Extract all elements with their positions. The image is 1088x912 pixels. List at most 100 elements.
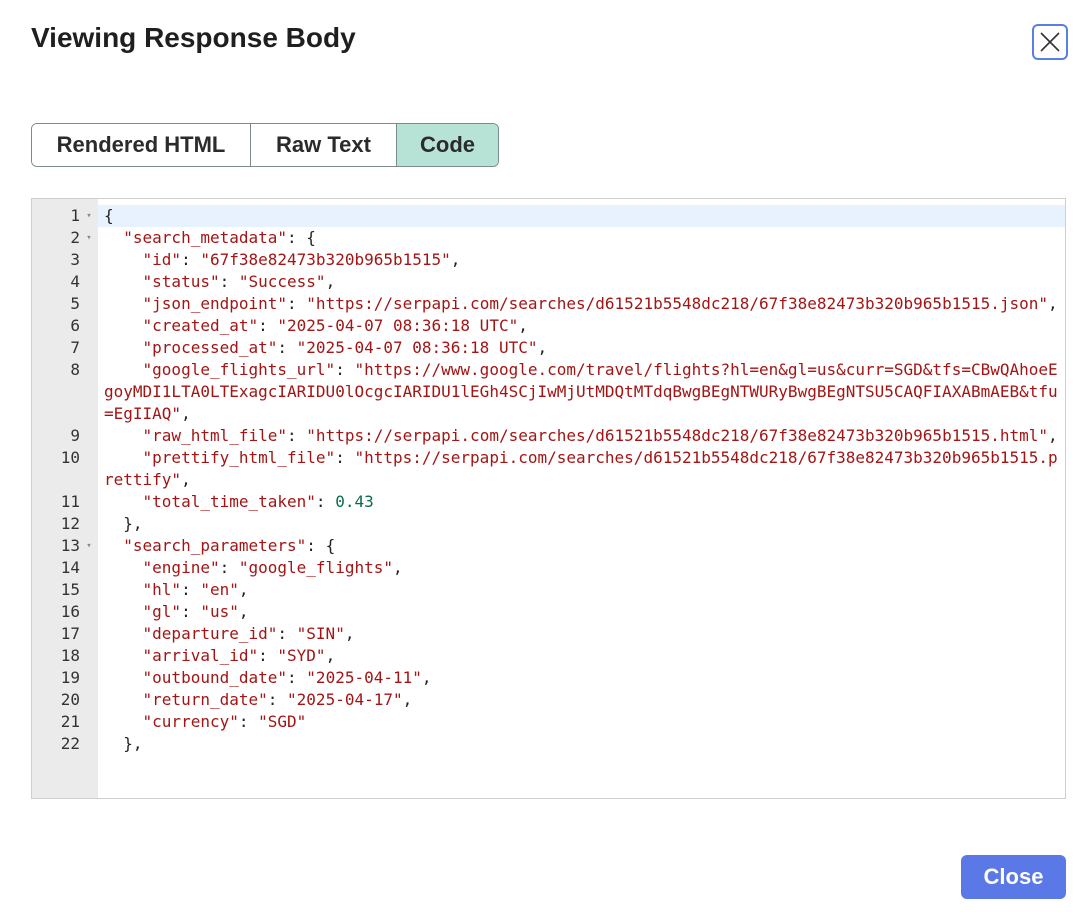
code-line: 5 "json_endpoint": "https://serpapi.com/… — [32, 293, 1065, 315]
code-line: 9 "raw_html_file": "https://serpapi.com/… — [32, 425, 1065, 447]
code-line: 20 "return_date": "2025-04-17", — [32, 689, 1065, 711]
json-number: 0.43 — [335, 492, 374, 511]
json-key: "departure_id" — [142, 624, 278, 643]
code-text: }, — [98, 513, 1065, 535]
code-line: 13 ▾ "search_parameters": { — [32, 535, 1065, 557]
json-punct: }, — [104, 514, 143, 533]
code-editor[interactable]: 1 ▾{2 ▾ "search_metadata": {3 "id": "67f38… — [31, 198, 1066, 799]
json-string: "2025-04-07 08:36:18 UTC" — [277, 316, 519, 335]
code-text: "status": "Success", — [98, 271, 1065, 293]
json-punct: : — [287, 294, 307, 313]
json-punct — [104, 624, 143, 643]
fold-arrow-icon[interactable]: ▾ — [80, 227, 98, 249]
json-punct — [104, 558, 143, 577]
json-punct: : — [181, 250, 201, 269]
code-text: "prettify_html_file": "https://serpapi.c… — [98, 447, 1065, 491]
code-line: 16 "gl": "us", — [32, 601, 1065, 623]
code-line: 4 "status": "Success", — [32, 271, 1065, 293]
json-punct: : — [335, 360, 355, 379]
json-punct: : — [287, 668, 307, 687]
json-key: "status" — [142, 272, 220, 291]
json-punct: : — [277, 338, 297, 357]
close-icon — [1040, 32, 1060, 52]
json-punct — [104, 294, 143, 313]
json-string: "https://serpapi.com/searches/d61521b554… — [306, 426, 1049, 445]
json-punct: : { — [287, 228, 316, 247]
json-punct — [104, 426, 143, 445]
close-button[interactable]: Close — [961, 855, 1066, 899]
code-line: 14 "engine": "google_flights", — [32, 557, 1065, 579]
line-number: 7 — [70, 338, 80, 357]
tab-code[interactable]: Code — [397, 124, 498, 166]
json-punct: , — [238, 602, 249, 621]
json-punct: , — [238, 580, 249, 599]
code-text: "json_endpoint": "https://serpapi.com/se… — [98, 293, 1065, 315]
json-punct: : — [219, 272, 239, 291]
json-key: "engine" — [142, 558, 220, 577]
json-key: "google_flights_url" — [142, 360, 336, 379]
code-text: "outbound_date": "2025-04-11", — [98, 667, 1065, 689]
json-punct: : — [181, 602, 201, 621]
json-punct: , — [402, 690, 413, 709]
json-punct: , — [392, 558, 403, 577]
json-punct — [104, 448, 143, 467]
code-text: "total_time_taken": 0.43 — [98, 491, 1065, 513]
line-number: 19 — [60, 668, 80, 687]
code-text: "id": "67f38e82473b320b965b1515", — [98, 249, 1065, 271]
json-string: "en" — [200, 580, 239, 599]
json-punct: : — [277, 624, 297, 643]
fold-arrow-icon[interactable]: ▾ — [80, 205, 98, 227]
json-key: "search_metadata" — [123, 228, 288, 247]
json-string: "Success" — [238, 272, 326, 291]
json-string: "2025-04-11" — [306, 668, 422, 687]
code-line: 12 }, — [32, 513, 1065, 535]
json-punct: : — [258, 316, 278, 335]
line-number: 21 — [60, 712, 80, 731]
json-punct: , — [1048, 426, 1058, 445]
modal-title: Viewing Response Body — [31, 22, 356, 53]
json-string: "2025-04-17" — [287, 690, 403, 709]
code-line: 22 }, — [32, 733, 1065, 755]
json-punct: , — [537, 338, 548, 357]
json-punct: : — [258, 646, 278, 665]
line-number: 13 — [60, 536, 80, 555]
json-key: "outbound_date" — [142, 668, 288, 687]
json-key: "gl" — [142, 602, 182, 621]
json-punct: , — [181, 470, 191, 489]
code-text: "raw_html_file": "https://serpapi.com/se… — [98, 425, 1065, 447]
json-string: "67f38e82473b320b965b1515" — [200, 250, 451, 269]
json-punct: , — [344, 624, 355, 643]
code-text: "google_flights_url": "https://www.googl… — [98, 359, 1065, 425]
close-icon-button[interactable] — [1032, 24, 1068, 60]
json-string: "SIN" — [296, 624, 345, 643]
code-line: 1 ▾ { — [32, 205, 1065, 227]
tab-rendered-html[interactable]: Rendered HTML — [32, 124, 251, 166]
json-punct — [104, 602, 143, 621]
tab-raw-text[interactable]: Raw Text — [251, 124, 397, 166]
json-punct — [104, 580, 143, 599]
json-punct: { — [104, 206, 114, 225]
json-punct — [104, 690, 143, 709]
fold-arrow-icon[interactable]: ▾ — [80, 535, 98, 557]
line-number: 2 — [70, 228, 80, 247]
json-key: "hl" — [142, 580, 182, 599]
json-punct — [104, 338, 143, 357]
json-punct: , — [421, 668, 432, 687]
json-key: "search_parameters" — [123, 536, 307, 555]
code-line: 3 "id": "67f38e82473b320b965b1515", — [32, 249, 1065, 271]
code-text: "departure_id": "SIN", — [98, 623, 1065, 645]
line-number: 22 — [60, 734, 80, 753]
code-text: "created_at": "2025-04-07 08:36:18 UTC", — [98, 315, 1065, 337]
code-line: 19 "outbound_date": "2025-04-11", — [32, 667, 1065, 689]
code-line: 11 "total_time_taken": 0.43 — [32, 491, 1065, 513]
json-key: "id" — [142, 250, 182, 269]
